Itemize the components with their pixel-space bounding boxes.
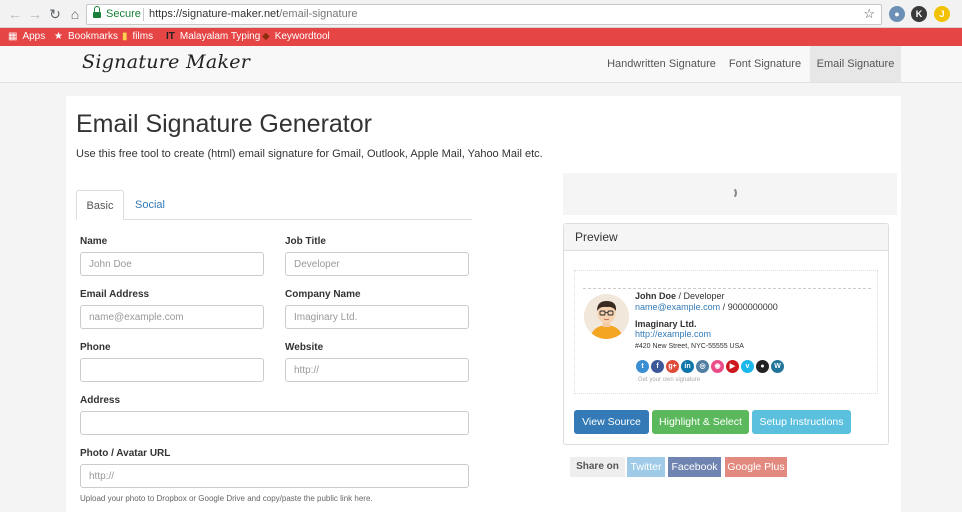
photo-url-input[interactable] bbox=[80, 464, 469, 488]
preview-header: Preview bbox=[564, 224, 888, 251]
signature-footer-link[interactable]: Get your own signature bbox=[638, 377, 700, 383]
bookmark-keywordtool[interactable]: ◆ Keywordtool bbox=[262, 30, 330, 44]
avatar bbox=[584, 294, 629, 339]
tab-social[interactable]: Social bbox=[130, 190, 170, 220]
extension-k-icon[interactable]: K bbox=[911, 6, 927, 22]
signature-phone: 9000000000 bbox=[727, 302, 778, 312]
linkedin-icon[interactable]: in bbox=[681, 360, 694, 373]
photo-label: Photo / Avatar URL bbox=[80, 448, 171, 459]
address-label: Address bbox=[80, 395, 121, 406]
address-input[interactable] bbox=[80, 411, 469, 435]
facebook-icon[interactable]: f bbox=[651, 360, 664, 373]
bookmark-malayalam-typing[interactable]: IT Malayalam Typing bbox=[166, 30, 260, 44]
share-twitter-button[interactable]: Twitter bbox=[627, 457, 665, 477]
email-label: Email Address bbox=[80, 289, 150, 300]
signature-divider bbox=[583, 288, 871, 289]
bookmark-star-icon[interactable]: ☆ bbox=[863, 6, 875, 22]
forward-arrow-icon[interactable]: → bbox=[26, 5, 44, 23]
key-icon: ◆ bbox=[262, 31, 270, 42]
signature-separator: / bbox=[720, 302, 728, 312]
website-label: Website bbox=[285, 342, 324, 353]
site-navbar: Signature Maker Handwritten Signature Fo… bbox=[0, 46, 962, 83]
signature-separator: / bbox=[676, 291, 684, 301]
nav-handwritten-signature[interactable]: Handwritten Signature bbox=[603, 46, 720, 82]
view-source-button[interactable]: View Source bbox=[574, 410, 649, 434]
url-path: /email-signature bbox=[279, 8, 358, 20]
phone-input[interactable] bbox=[80, 358, 264, 382]
loading-area bbox=[563, 173, 897, 215]
secure-label: Secure bbox=[106, 8, 141, 20]
signature-contact-line: name@example.com / 9000000000 bbox=[635, 302, 778, 312]
name-input[interactable] bbox=[80, 252, 264, 276]
preview-panel: Preview John Doe / Developer name@exampl… bbox=[563, 223, 889, 445]
folder-icon: ▮ bbox=[122, 31, 128, 42]
photo-help-text: Upload your photo to Dropbox or Google D… bbox=[80, 494, 373, 503]
lock-icon bbox=[93, 6, 101, 18]
nav-font-signature[interactable]: Font Signature bbox=[724, 46, 806, 82]
extension-j-icon[interactable]: J bbox=[934, 6, 950, 22]
bookmark-bookmarks[interactable]: ★ Bookmarks bbox=[54, 30, 118, 44]
bookmark-label: Keywordtool bbox=[274, 31, 330, 42]
bookmark-apps[interactable]: ▦ Apps bbox=[8, 30, 45, 44]
browser-toolbar: ← → ↻ ⌂ Secure https://signature-maker.n… bbox=[0, 0, 962, 28]
signature-url-link[interactable]: http://example.com bbox=[635, 329, 711, 339]
bookmark-label: Malayalam Typing bbox=[179, 31, 261, 42]
star-icon: ★ bbox=[54, 31, 63, 42]
vimeo-icon[interactable]: v bbox=[741, 360, 754, 373]
phone-label: Phone bbox=[80, 342, 111, 353]
share-label: Share on bbox=[570, 457, 625, 477]
google-plus-icon[interactable]: g+ bbox=[666, 360, 679, 373]
apps-icon: ▦ bbox=[8, 31, 18, 42]
page-description: Use this free tool to create (html) emai… bbox=[76, 148, 543, 160]
home-icon[interactable]: ⌂ bbox=[66, 5, 84, 23]
url-text[interactable]: https://signature-maker.net/email-signat… bbox=[149, 8, 358, 20]
signature-title: Developer bbox=[683, 291, 725, 301]
job-title-input[interactable] bbox=[285, 252, 469, 276]
wordpress-icon[interactable]: W bbox=[771, 360, 784, 373]
youtube-icon[interactable]: ▶ bbox=[726, 360, 739, 373]
website-input[interactable] bbox=[285, 358, 469, 382]
bookmark-films[interactable]: ▮ films bbox=[122, 30, 153, 44]
bookmark-label: films bbox=[132, 31, 154, 42]
reload-icon[interactable]: ↻ bbox=[46, 5, 64, 23]
job-title-label: Job Title bbox=[285, 236, 326, 247]
dribbble-icon[interactable]: ◉ bbox=[711, 360, 724, 373]
bookmarks-bar: ▦ Apps ★ Bookmarks ▮ films IT Malayalam Typi… bbox=[0, 28, 962, 46]
page-title: Email Signature Generator bbox=[76, 110, 372, 138]
twitter-icon[interactable]: t bbox=[636, 360, 649, 373]
instagram-icon[interactable]: ◎ bbox=[696, 360, 709, 373]
company-input[interactable] bbox=[285, 305, 469, 329]
github-icon[interactable]: ● bbox=[756, 360, 769, 373]
signature-preview: John Doe / Developer name@example.com / … bbox=[574, 270, 878, 394]
url-separator bbox=[143, 8, 144, 21]
main-panel: Email Signature Generator Use this free … bbox=[66, 96, 901, 512]
signature-name-line: John Doe / Developer bbox=[635, 291, 725, 301]
setup-instructions-button[interactable]: Setup Instructions bbox=[752, 410, 851, 434]
signature-company: Imaginary Ltd. bbox=[635, 319, 697, 329]
company-label: Company Name bbox=[285, 289, 361, 300]
back-arrow-icon[interactable]: ← bbox=[6, 5, 24, 23]
highlight-select-button[interactable]: Highlight & Select bbox=[652, 410, 749, 434]
signature-name: John Doe bbox=[635, 291, 677, 301]
tab-basic[interactable]: Basic bbox=[76, 190, 124, 220]
share-google-plus-button[interactable]: Google Plus bbox=[725, 457, 787, 477]
bookmark-label: Bookmarks bbox=[67, 31, 118, 42]
typing-icon: IT bbox=[166, 31, 175, 42]
nav-email-signature[interactable]: Email Signature bbox=[810, 46, 901, 82]
bookmark-label: Apps bbox=[22, 31, 46, 42]
loading-spinner-icon bbox=[725, 187, 737, 199]
extension-globe-icon[interactable]: ● bbox=[889, 6, 905, 22]
signature-email-link[interactable]: name@example.com bbox=[635, 302, 720, 312]
name-label: Name bbox=[80, 236, 108, 247]
url-host: https://signature-maker.net bbox=[149, 8, 280, 20]
address-bar[interactable]: Secure https://signature-maker.net/email… bbox=[86, 4, 882, 25]
form-tabs: Basic Social bbox=[76, 190, 472, 220]
signature-address: #420 New Street, NYC-55555 USA bbox=[635, 343, 744, 350]
share-facebook-button[interactable]: Facebook bbox=[668, 457, 721, 477]
brand-logo[interactable]: Signature Maker bbox=[82, 51, 250, 73]
email-input[interactable] bbox=[80, 305, 264, 329]
